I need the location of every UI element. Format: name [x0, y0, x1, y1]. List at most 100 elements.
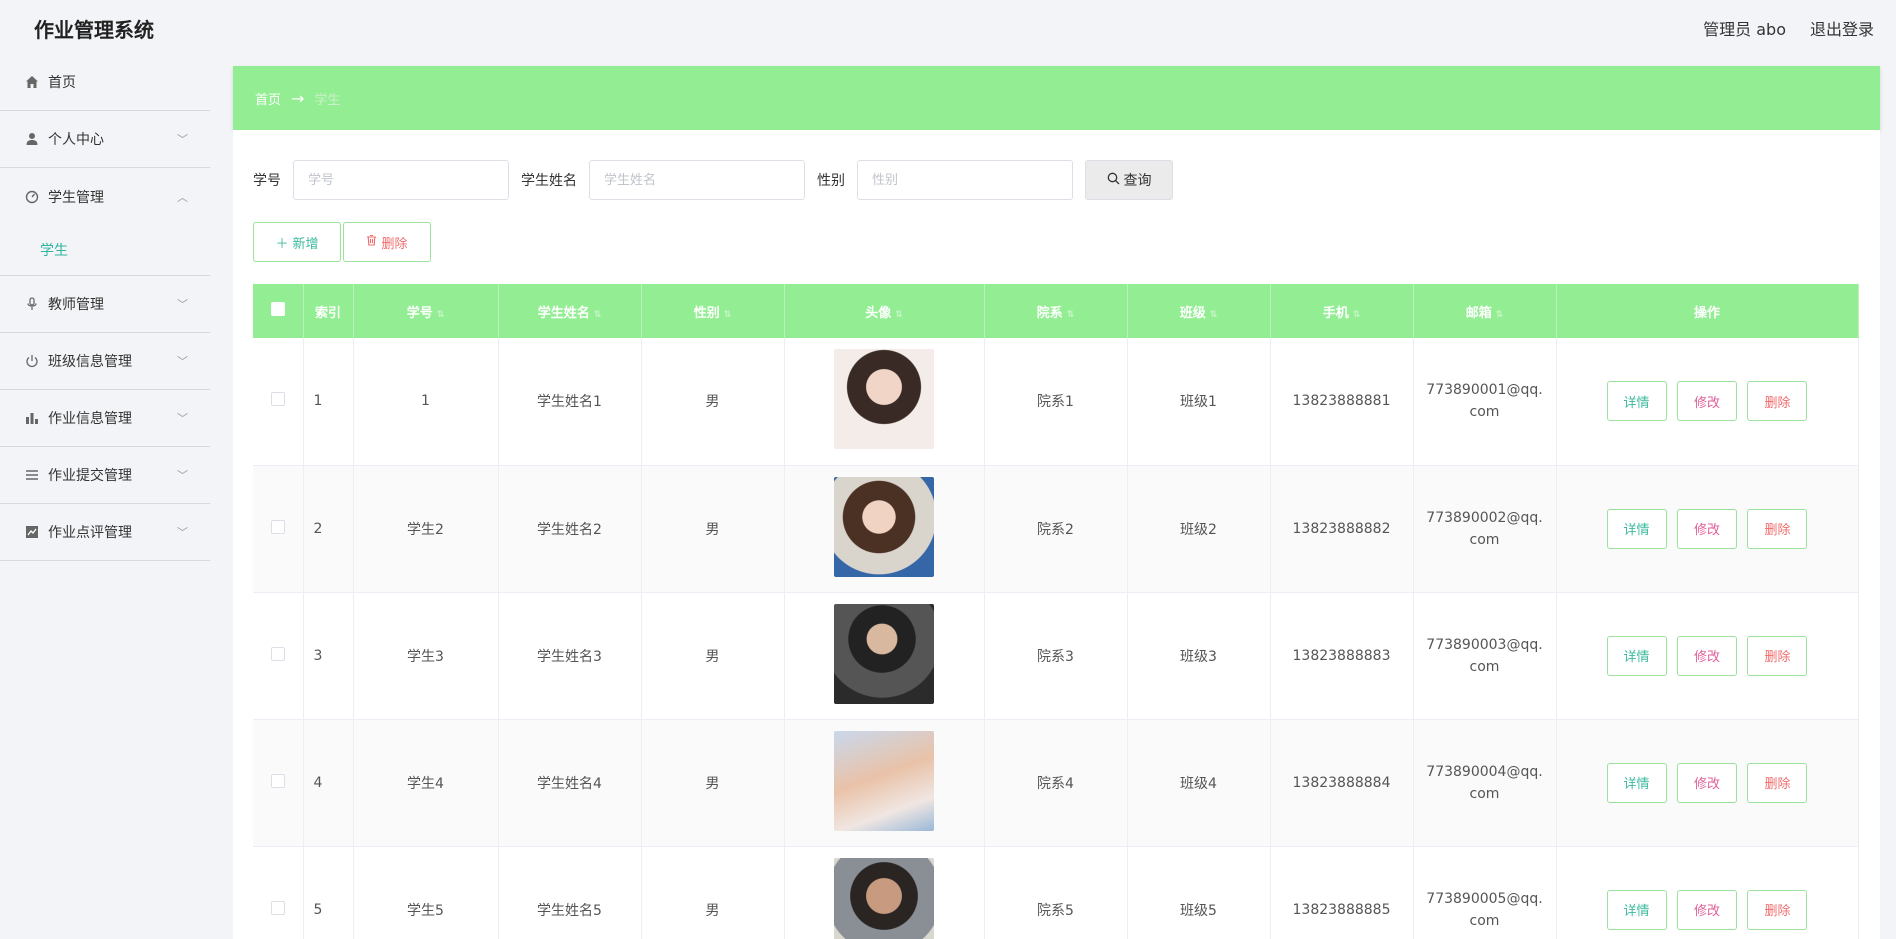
sort-icon[interactable]: ⇅	[895, 310, 903, 320]
column-header[interactable]: 邮箱 ⇅	[1413, 284, 1557, 338]
column-header[interactable]: 手机 ⇅	[1270, 284, 1414, 338]
edit-button[interactable]: 修改	[1677, 508, 1737, 549]
student-id-input[interactable]	[293, 160, 509, 200]
avatar	[834, 603, 934, 704]
edit-button[interactable]: 修改	[1677, 381, 1737, 422]
cell-avatar	[784, 592, 985, 720]
sort-icon[interactable]: ⇅	[1210, 310, 1218, 320]
select-all-checkbox-cell[interactable]	[253, 284, 304, 338]
sidebar-subitem-student[interactable]: 学生	[0, 225, 210, 275]
cell-avatar	[784, 465, 985, 593]
detail-button[interactable]: 详情	[1606, 508, 1667, 549]
breadcrumb-current: 学生	[314, 92, 341, 108]
gender-input[interactable]	[857, 160, 1073, 200]
search-icon	[1107, 172, 1120, 189]
detail-button[interactable]: 详情	[1606, 381, 1667, 422]
detail-button[interactable]: 详情	[1606, 635, 1667, 676]
row-checkbox[interactable]	[270, 392, 285, 407]
content-panel: 学号 学生姓名 性别 查询 ＋ 新增 删除	[233, 130, 1880, 939]
row-checkbox[interactable]	[270, 519, 285, 534]
sidebar-item-homework-info[interactable]: 作业信息管理 ﹀	[0, 390, 210, 447]
edit-button[interactable]: 修改	[1677, 762, 1737, 803]
row-checkbox[interactable]	[270, 773, 285, 788]
cell-index: 5	[303, 846, 354, 939]
row-checkbox-cell[interactable]	[253, 592, 304, 720]
cell-index: 3	[303, 592, 354, 720]
sort-icon[interactable]: ⇅	[437, 310, 445, 320]
add-button[interactable]: ＋ 新增	[253, 222, 341, 262]
cell-email: 773890001@qq.com	[1413, 338, 1557, 466]
row-checkbox-cell[interactable]	[253, 465, 304, 593]
power-icon	[24, 353, 40, 369]
select-all-checkbox[interactable]	[270, 302, 285, 316]
cell-department: 院系4	[984, 719, 1128, 847]
cell-gender: 男	[641, 338, 785, 466]
cell-student-name: 学生姓名2	[498, 465, 642, 593]
sidebar: 首页 个人中心 ﹀ 学生管理 ︿ 学生 教师管理 ﹀ 班级信息管理 ﹀ 作业信息…	[0, 54, 210, 939]
detail-button[interactable]: 详情	[1606, 889, 1667, 930]
avatar	[834, 730, 934, 831]
detail-button[interactable]: 详情	[1606, 762, 1667, 803]
sort-icon[interactable]: ⇅	[1496, 310, 1504, 320]
cell-student-id: 学生3	[353, 592, 499, 720]
action-bar: ＋ 新增 删除	[253, 222, 1860, 262]
row-checkbox-cell[interactable]	[253, 338, 304, 466]
cell-class: 班级1	[1127, 338, 1271, 466]
sort-icon[interactable]: ⇅	[594, 310, 602, 320]
table-header-row: 索引 学号 ⇅ 学生姓名 ⇅ 性别 ⇅ 头像 ⇅ 院系 ⇅ 班级 ⇅ 手机 ⇅ 邮箱 ⇅ 操作	[253, 284, 1859, 338]
column-header: 索引	[303, 284, 354, 338]
avatar	[834, 349, 934, 450]
column-header[interactable]: 班级 ⇅	[1127, 284, 1271, 338]
sidebar-item-class-info[interactable]: 班级信息管理 ﹀	[0, 333, 210, 390]
trash-icon	[366, 234, 377, 250]
cell-class: 班级5	[1127, 846, 1271, 939]
cell-student-id: 学生5	[353, 846, 499, 939]
sidebar-item-home[interactable]: 首页	[0, 54, 210, 111]
sort-icon[interactable]: ⇅	[1067, 310, 1075, 320]
row-checkbox[interactable]	[270, 900, 285, 915]
table-row: 2 学生2 学生姓名2 男 院系2 班级2 13823888882 773890…	[253, 465, 1859, 593]
sidebar-item-teacher-management[interactable]: 教师管理 ﹀	[0, 276, 210, 333]
column-header[interactable]: 头像 ⇅	[784, 284, 985, 338]
delete-button[interactable]: 删除	[1747, 762, 1808, 803]
sidebar-item-profile[interactable]: 个人中心 ﹀	[0, 111, 210, 168]
column-header[interactable]: 性别 ⇅	[641, 284, 785, 338]
sidebar-item-homework-submit[interactable]: 作业提交管理 ﹀	[0, 447, 210, 504]
sidebar-item-homework-review[interactable]: 作业点评管理 ﹀	[0, 504, 210, 561]
edit-button[interactable]: 修改	[1677, 635, 1737, 676]
student-name-input[interactable]	[589, 160, 805, 200]
column-header[interactable]: 院系 ⇅	[984, 284, 1128, 338]
delete-button[interactable]: 删除	[1747, 508, 1808, 549]
edit-button[interactable]: 修改	[1677, 889, 1737, 930]
cell-student-name: 学生姓名5	[498, 846, 642, 939]
plus-icon: ＋	[275, 236, 289, 252]
sort-icon[interactable]: ⇅	[724, 310, 732, 320]
chevron-up-icon: ︿	[177, 190, 188, 204]
batch-delete-button[interactable]: 删除	[343, 222, 431, 262]
cell-student-name: 学生姓名4	[498, 719, 642, 847]
cell-phone: 13823888882	[1270, 465, 1414, 593]
row-checkbox-cell[interactable]	[253, 719, 304, 847]
home-icon	[24, 74, 40, 90]
search-button[interactable]: 查询	[1085, 160, 1173, 200]
sort-icon[interactable]: ⇅	[1353, 310, 1361, 320]
main-area: 首页 → 学生 学号 学生姓名 性别 查询 ＋ 新增	[233, 54, 1880, 939]
cell-phone: 13823888883	[1270, 592, 1414, 720]
delete-button[interactable]: 删除	[1747, 381, 1808, 422]
breadcrumb-home[interactable]: 首页	[255, 89, 281, 108]
sidebar-item-student-management[interactable]: 学生管理 ︿	[0, 168, 210, 225]
cell-email: 773890004@qq.com	[1413, 719, 1557, 847]
column-header[interactable]: 学生姓名 ⇅	[498, 284, 642, 338]
email-text: 773890002@qq.com	[1426, 509, 1543, 548]
column-header[interactable]: 学号 ⇅	[353, 284, 499, 338]
cell-phone: 13823888881	[1270, 338, 1414, 466]
cell-department: 院系5	[984, 846, 1128, 939]
search-label-student-name: 学生姓名	[521, 173, 577, 189]
logout-link[interactable]: 退出登录	[1810, 16, 1874, 40]
sidebar-item-label: 作业点评管理	[48, 525, 132, 541]
row-checkbox-cell[interactable]	[253, 846, 304, 939]
row-checkbox[interactable]	[270, 646, 285, 661]
cell-department: 院系2	[984, 465, 1128, 593]
delete-button[interactable]: 删除	[1747, 635, 1808, 676]
delete-button[interactable]: 删除	[1747, 889, 1808, 930]
